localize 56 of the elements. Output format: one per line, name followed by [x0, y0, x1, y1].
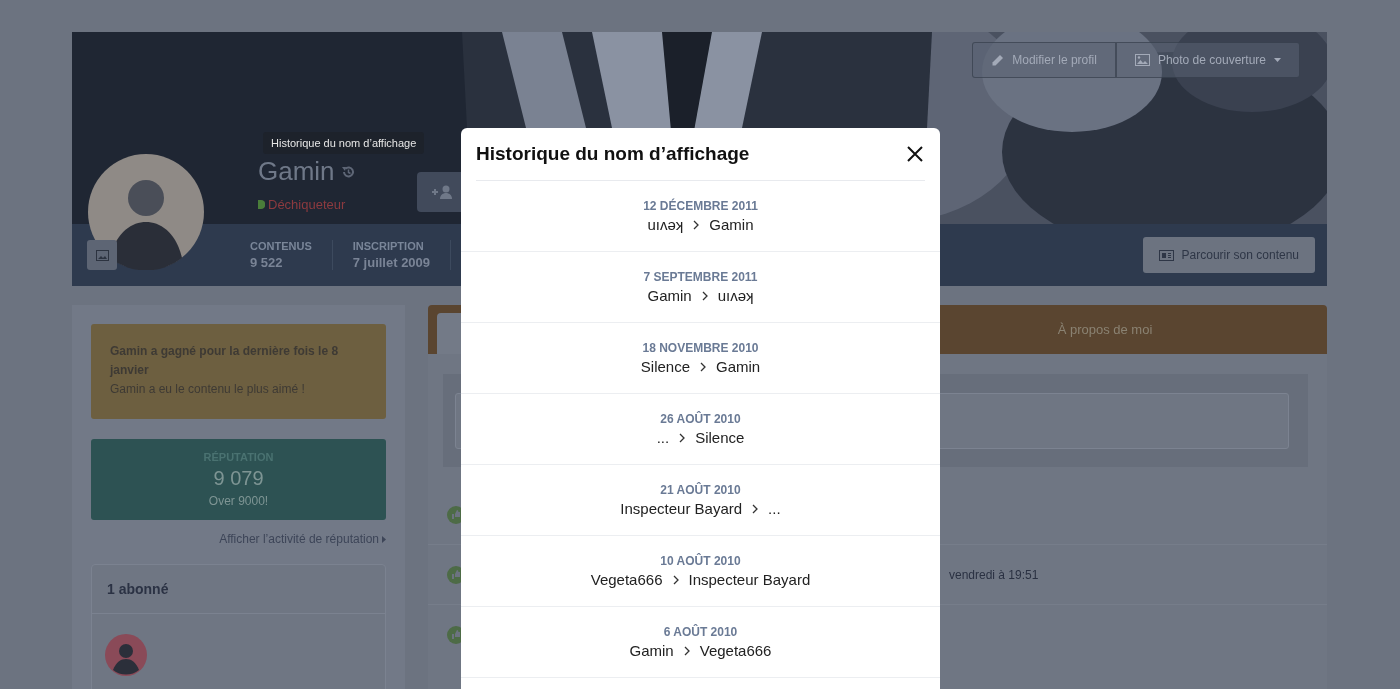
chevron-right-icon	[672, 574, 679, 585]
reputation-value: 9 079	[213, 467, 264, 490]
close-icon	[905, 144, 925, 164]
old-name: Gamin	[647, 287, 692, 304]
stat-value: 9 522	[250, 255, 284, 270]
close-button[interactable]	[905, 144, 925, 164]
old-name: Gamin	[629, 642, 674, 659]
old-name: Inspecteur Bayard	[620, 500, 743, 517]
followers-title: 1 abonné	[92, 565, 385, 614]
stat-value: 7 juillet 2009	[352, 255, 431, 270]
old-name: ...	[656, 429, 670, 446]
new-name: Inspecteur Bayard	[688, 571, 811, 588]
chevron-right-icon	[701, 290, 708, 301]
new-name: ...	[768, 500, 781, 517]
caret-icon	[382, 535, 386, 543]
stat-label: CONTENUS	[250, 240, 312, 252]
change-date: 18 NOVEMBRE 2010	[642, 341, 759, 355]
profile-name: Gamin	[258, 156, 335, 187]
stat-label: INSCRIPTION	[352, 240, 425, 252]
new-name: uıʌǝʞ	[717, 287, 754, 304]
image-icon	[95, 249, 109, 261]
chevron-right-icon	[679, 432, 686, 443]
reputation-caption: Over 9000!	[208, 494, 269, 508]
pencil-icon	[991, 53, 1005, 67]
browse-content-button[interactable]: Parcourir son contenu	[1142, 237, 1315, 273]
old-name: uıʌǝʞ	[647, 216, 684, 233]
history-icon[interactable]	[340, 164, 355, 179]
new-name: Gamin	[716, 358, 761, 375]
chevron-right-icon	[752, 503, 759, 514]
newspaper-icon	[1158, 249, 1174, 261]
change-date: 12 DÉCEMBRE 2011	[643, 199, 758, 213]
change-date: 7 SEPTEMBRE 2011	[643, 270, 758, 284]
tab[interactable]: À propos de moi	[892, 305, 1318, 354]
chevron-right-icon	[700, 361, 706, 372]
add-user-icon	[431, 185, 453, 199]
rank-title: Déchiqueteur	[268, 197, 346, 212]
rank-icon	[258, 200, 265, 209]
old-name: Silence	[640, 358, 690, 375]
change-avatar-button[interactable]	[87, 240, 117, 270]
old-name: Vegeta666	[590, 571, 663, 588]
change-date: 21 AOÛT 2010	[660, 483, 741, 497]
new-name: Gamin	[709, 216, 754, 233]
dialog-title: Historique du nom d’affichage	[476, 143, 750, 165]
chevron-right-icon	[683, 645, 690, 656]
chevron-right-icon	[693, 219, 700, 230]
change-date: 26 AOÛT 2010	[660, 412, 741, 426]
new-name: Silence	[695, 429, 745, 446]
cover-photo-button[interactable]: Photo de couverture	[1115, 42, 1300, 78]
tooltip: Historique du nom d’affichage	[263, 132, 425, 154]
activity-time: vendredi à 19:51	[949, 567, 1039, 582]
change-date: 10 AOÛT 2010	[660, 554, 741, 568]
follower-avatar[interactable]	[105, 634, 147, 676]
new-name: Vegeta666	[699, 642, 772, 659]
edit-profile-button[interactable]: Modifier le profil	[972, 42, 1116, 78]
image-icon	[1134, 54, 1150, 66]
change-date: 6 AOÛT 2010	[663, 625, 738, 639]
